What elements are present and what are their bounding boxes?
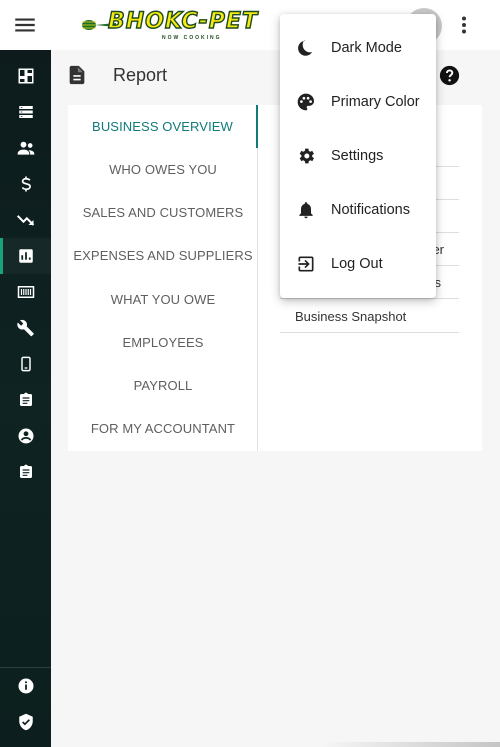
menu-item-label: Settings: [331, 148, 384, 164]
more-vert-icon[interactable]: [452, 13, 476, 37]
list-icon: [18, 106, 33, 118]
people-icon: [17, 141, 34, 155]
sidebar-item-tools[interactable]: [0, 310, 51, 346]
sidebar-item-trends[interactable]: [0, 202, 51, 238]
app-logo[interactable]: BHOKC-PET NOW COOKING: [80, 9, 260, 42]
menu-item-notifications[interactable]: Notifications: [280, 183, 436, 237]
menu-item-label: Dark Mode: [331, 40, 402, 56]
category-payroll[interactable]: PAYROLL: [68, 364, 258, 407]
sidebar-item-dashboard[interactable]: [0, 58, 51, 94]
account-icon: [18, 428, 33, 444]
bell-icon: [299, 202, 313, 219]
sidebar-item-info[interactable]: [0, 668, 51, 704]
logo-text: BHOKC-PET: [107, 9, 258, 34]
report-row-business-snapshot[interactable]: Business Snapshot: [280, 300, 459, 333]
menu-item-dark-mode[interactable]: Dark Mode: [280, 21, 436, 75]
category-employees[interactable]: EMPLOYEES: [68, 321, 258, 364]
sidebar-item-reports[interactable]: [0, 238, 51, 274]
dollar-icon: [21, 176, 31, 192]
palette-icon: [297, 93, 314, 111]
sidebar-item-barcode[interactable]: [0, 274, 51, 310]
sidebar-item-people[interactable]: [0, 130, 51, 166]
dashboard-icon: [18, 68, 33, 84]
sidebar-item-list[interactable]: [0, 94, 51, 130]
sidebar-item-mobile[interactable]: [0, 346, 51, 382]
category-expenses-and-suppliers[interactable]: EXPENSES AND SUPPLIERS: [68, 234, 258, 277]
document-icon: [66, 64, 88, 86]
bottom-edge-shadow: [320, 742, 500, 747]
category-business-overview[interactable]: BUSINESS OVERVIEW: [68, 105, 257, 148]
category-who-owes-you[interactable]: WHO OWES YOU: [68, 148, 258, 191]
category-sales-and-customers[interactable]: SALES AND CUSTOMERS: [68, 191, 258, 234]
logo-subtitle: NOW COOKING: [162, 35, 222, 41]
menu-item-log-out[interactable]: Log Out: [280, 237, 436, 291]
clipboard-icon: [19, 392, 32, 406]
bar-chart-icon: [18, 249, 33, 263]
sidebar-item-tasks[interactable]: [0, 382, 51, 418]
logout-icon: [298, 256, 314, 272]
clipboard-icon: [19, 464, 32, 478]
phone-icon: [20, 356, 31, 372]
shield-check-icon: [18, 713, 33, 731]
help-icon[interactable]: [439, 65, 460, 86]
menu-item-label: Primary Color: [331, 94, 420, 110]
sidebar-item-clipboard[interactable]: [0, 454, 51, 490]
gear-icon: [299, 148, 314, 164]
wrench-icon: [16, 319, 34, 337]
menu-item-primary-color[interactable]: Primary Color: [280, 75, 436, 129]
active-category-indicator: [256, 105, 258, 148]
menu-item-settings[interactable]: Settings: [280, 129, 436, 183]
moon-icon: [298, 40, 313, 56]
trending-down-icon: [16, 215, 34, 226]
info-icon: [18, 678, 33, 694]
sidebar-item-money[interactable]: [0, 166, 51, 202]
menu-item-label: Notifications: [331, 202, 410, 218]
category-for-my-accountant[interactable]: FOR MY ACCOUNTANT: [68, 407, 258, 450]
barcode-icon: [17, 286, 34, 298]
page-title: Report: [113, 65, 168, 85]
category-what-you-owe[interactable]: WHAT YOU OWE: [68, 278, 258, 321]
menu-item-label: Log Out: [331, 256, 383, 272]
sidebar-item-account[interactable]: [0, 418, 51, 454]
sidebar: [0, 50, 51, 747]
user-dropdown-menu: Dark Mode Primary Color Settings Notific…: [280, 14, 436, 298]
hamburger-menu-icon[interactable]: [12, 12, 38, 38]
sidebar-item-security[interactable]: [0, 704, 51, 740]
category-divider: [257, 105, 258, 451]
